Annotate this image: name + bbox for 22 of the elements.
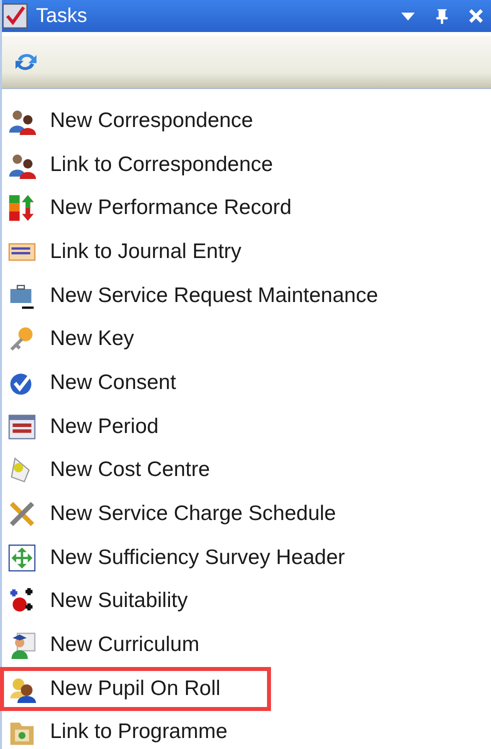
task-item[interactable]: New Consent: [2, 361, 273, 405]
bar-arrow-icon: [8, 194, 36, 222]
tools-icon: [8, 500, 36, 528]
arrows-icon: [8, 544, 36, 572]
task-item[interactable]: Link to Journal Entry: [2, 230, 273, 274]
window-title: Tasks: [36, 4, 88, 28]
task-item[interactable]: New Correspondence: [2, 99, 273, 143]
task-item[interactable]: New Curriculum: [2, 623, 273, 667]
checkbox-icon: [2, 3, 28, 29]
task-item[interactable]: Link to Correspondence: [2, 142, 273, 186]
task-item[interactable]: New Period: [2, 404, 273, 448]
task-item[interactable]: New Pupil On Roll: [0, 666, 271, 711]
calendar-icon: [8, 412, 36, 441]
task-item[interactable]: New Sufficiency Survey Header: [2, 536, 345, 580]
close-icon[interactable]: [467, 7, 485, 25]
task-item[interactable]: New Performance Record: [2, 186, 292, 230]
task-item[interactable]: Link to Programme: [2, 710, 273, 749]
task-item[interactable]: New Service Request Maintenance: [2, 274, 378, 318]
task-item[interactable]: New Service Charge Schedule: [2, 492, 336, 536]
task-item[interactable]: New Suitability: [2, 580, 273, 624]
task-item[interactable]: New Cost Centre: [2, 448, 273, 492]
task-item[interactable]: New Key: [2, 317, 273, 362]
